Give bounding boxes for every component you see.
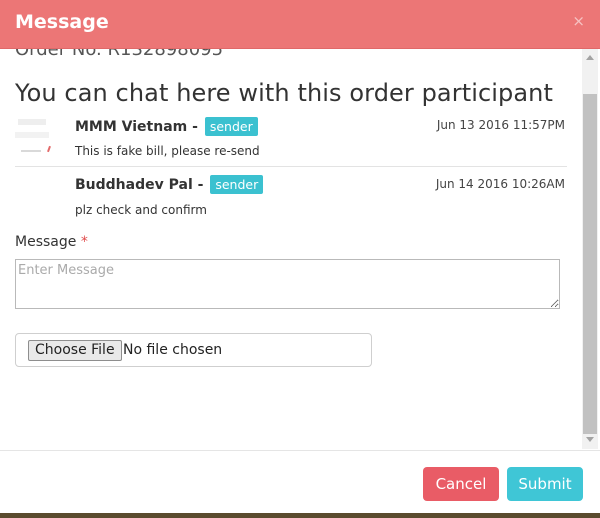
file-upload-field[interactable]: Choose File No file chosen: [15, 333, 372, 367]
required-marker: *: [80, 234, 88, 250]
scroll-thumb[interactable]: [583, 94, 597, 434]
message-text: This is fake bill, please re-send: [75, 144, 260, 158]
scrollbar[interactable]: [582, 49, 598, 449]
choose-file-button[interactable]: Choose File: [28, 340, 122, 361]
message-label-text: Message: [15, 234, 77, 250]
modal-header: Message ×: [0, 0, 600, 49]
sender-badge: sender: [204, 117, 258, 136]
message-sender: Buddhadev Pal - sender: [75, 175, 264, 194]
sender-name: MMM Vietnam -: [75, 119, 198, 135]
avatar: [15, 116, 55, 156]
scroll-down-icon[interactable]: [586, 437, 594, 442]
message-input[interactable]: [15, 259, 560, 309]
page-background-strip: [0, 513, 600, 518]
modal-footer: Cancel Submit: [0, 450, 600, 518]
file-status: No file chosen: [123, 342, 223, 358]
message-modal: Message × Order No. R132898095 You can c…: [0, 0, 600, 518]
order-number: Order No. R132898095: [15, 49, 224, 60]
message-time: Jun 14 2016 10:26AM: [435, 177, 565, 191]
message-time: Jun 13 2016 11:57PM: [436, 118, 565, 132]
chat-message: MMM Vietnam - sender Jun 13 2016 11:57PM…: [15, 112, 567, 167]
chat-heading: You can chat here with this order partic…: [15, 79, 554, 107]
scroll-up-icon[interactable]: [586, 55, 594, 60]
message-text: plz check and confirm: [75, 203, 207, 217]
modal-title: Message: [15, 11, 109, 33]
sender-name: Buddhadev Pal -: [75, 177, 204, 193]
cancel-button[interactable]: Cancel: [423, 467, 499, 501]
close-icon[interactable]: ×: [572, 12, 585, 30]
chat-message: Buddhadev Pal - sender Jun 14 2016 10:26…: [15, 172, 567, 222]
message-label: Message *: [15, 234, 88, 250]
modal-body[interactable]: Order No. R132898095 You can chat here w…: [0, 49, 582, 449]
sender-badge: sender: [210, 175, 264, 194]
submit-button[interactable]: Submit: [507, 467, 583, 501]
message-sender: MMM Vietnam - sender: [75, 117, 258, 136]
